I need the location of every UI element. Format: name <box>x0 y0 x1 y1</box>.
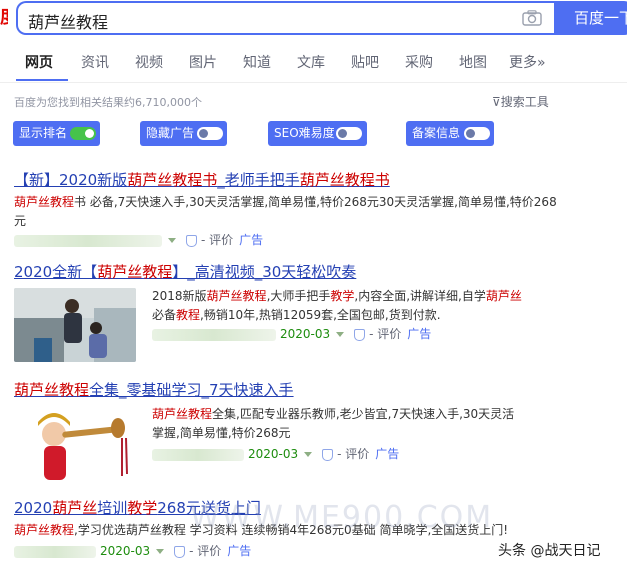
result-1-title[interactable]: 【新】2020新版葫芦丝教程书_老师手把手葫芦丝教程书 <box>14 169 390 190</box>
toggle-label: SEO难易度 <box>274 126 335 140</box>
toggle-show-rank[interactable]: 显示排名 <box>13 121 100 146</box>
result-count: 百度为您找到相关结果约6,710,000个 <box>14 96 202 109</box>
result-3-title[interactable]: 葫芦丝教程全集_零基础学习_7天快速入手 <box>14 379 294 400</box>
tab-news[interactable]: 资讯 <box>81 52 109 72</box>
result-2-title[interactable]: 2020全新【葫芦丝教程】_高清视频_30天轻松吹奏 <box>14 261 356 282</box>
shield-icon[interactable] <box>186 234 197 247</box>
toggle-hide-ads[interactable]: 隐藏广告 <box>140 121 227 146</box>
result-date: 2020-03 <box>248 447 299 461</box>
blurred-url <box>14 234 162 247</box>
active-tab-indicator <box>16 79 68 81</box>
camera-icon[interactable] <box>522 10 542 26</box>
switch-off-icon[interactable] <box>464 127 490 140</box>
review-link[interactable]: - 评价 <box>189 544 221 558</box>
shield-icon[interactable] <box>354 328 366 341</box>
tab-map[interactable]: 地图 <box>459 52 487 72</box>
blurred-url <box>152 328 276 341</box>
switch-off-icon[interactable] <box>197 127 223 140</box>
chevron-down-icon[interactable] <box>168 238 176 243</box>
review-link[interactable]: - 评价 <box>369 327 401 341</box>
result-1-meta: - 评价 广告 <box>14 231 263 248</box>
chevron-down-icon[interactable] <box>336 332 345 337</box>
result-2-meta: 2020-03 - 评价 广告 <box>152 325 431 342</box>
search-tabs: 网页 资讯 视频 图片 知道 文库 贴吧 采购 地图 更多» <box>0 46 627 81</box>
result-3-meta: 2020-03 - 评价 广告 <box>152 445 399 462</box>
tab-video[interactable]: 视频 <box>135 52 163 72</box>
search-input[interactable]: 葫芦丝教程 <box>16 1 556 35</box>
chevron-down-icon[interactable] <box>156 549 165 554</box>
result-date: 2020-03 <box>100 544 151 558</box>
switch-off-icon[interactable] <box>336 127 362 140</box>
result-4-meta: 2020-03 - 评价 广告 <box>14 542 251 559</box>
blurred-url <box>14 545 96 558</box>
tab-more[interactable]: 更多» <box>509 52 546 72</box>
result-2-thumbnail[interactable] <box>14 288 136 362</box>
search-tools-button[interactable]: ⊽搜索工具 <box>492 93 549 110</box>
tab-tieba[interactable]: 贴吧 <box>351 52 379 72</box>
result-3-thumbnail[interactable] <box>14 404 136 484</box>
tab-zhidao[interactable]: 知道 <box>243 52 271 72</box>
toutiao-credit: 头条 @战天日记 <box>498 543 601 559</box>
toggle-label: 备案信息 <box>412 126 461 140</box>
shield-icon[interactable] <box>174 545 186 558</box>
toggle-label: 显示排名 <box>19 126 68 140</box>
chevron-down-icon[interactable] <box>304 452 313 457</box>
tab-images[interactable]: 图片 <box>189 52 217 72</box>
toggle-seo-difficulty[interactable]: SEO难易度 <box>268 121 367 146</box>
toggle-label: 隐藏广告 <box>146 126 195 140</box>
result-3-description: 葫芦丝教程全集,匹配专业器乐教师,老少皆宜,7天快速入手,30天灵活 掌握,简单… <box>152 407 515 440</box>
search-query-text: 葫芦丝教程 <box>28 13 109 32</box>
result-1-description: 葫芦丝教程书 必备,7天快速入手,30天灵活掌握,简单易懂,特价268元30天灵… <box>14 195 557 228</box>
review-link[interactable]: - 评价 <box>337 447 369 461</box>
result-date: 2020-03 <box>280 327 331 341</box>
search-tools-label: 搜索工具 <box>500 95 549 109</box>
baidu-logo-fragment[interactable]: 度 <box>0 4 8 32</box>
search-button[interactable]: 百度一下 <box>554 1 627 35</box>
ad-label: 广告 <box>407 327 432 341</box>
filter-icon: ⊽ <box>492 95 501 109</box>
shield-icon[interactable] <box>322 448 334 461</box>
ad-label: 广告 <box>375 447 400 461</box>
watermark: WWW.ME900.COM <box>190 500 494 535</box>
blurred-url <box>152 448 244 461</box>
ad-label: 广告 <box>239 233 264 247</box>
ad-label: 广告 <box>227 544 252 558</box>
toggle-icp-info[interactable]: 备案信息 <box>406 121 494 146</box>
result-2-description: 2018新版葫芦丝教程,大师手把手教学,内容全面,讲解详细,自学葫芦丝 必备教程… <box>152 289 522 322</box>
tab-caigou[interactable]: 采购 <box>405 52 433 72</box>
tabs-divider <box>0 82 627 83</box>
switch-on-icon[interactable] <box>70 127 96 140</box>
tab-wenku[interactable]: 文库 <box>297 52 325 72</box>
review-link[interactable]: - 评价 <box>201 233 233 247</box>
tab-web[interactable]: 网页 <box>25 52 53 72</box>
